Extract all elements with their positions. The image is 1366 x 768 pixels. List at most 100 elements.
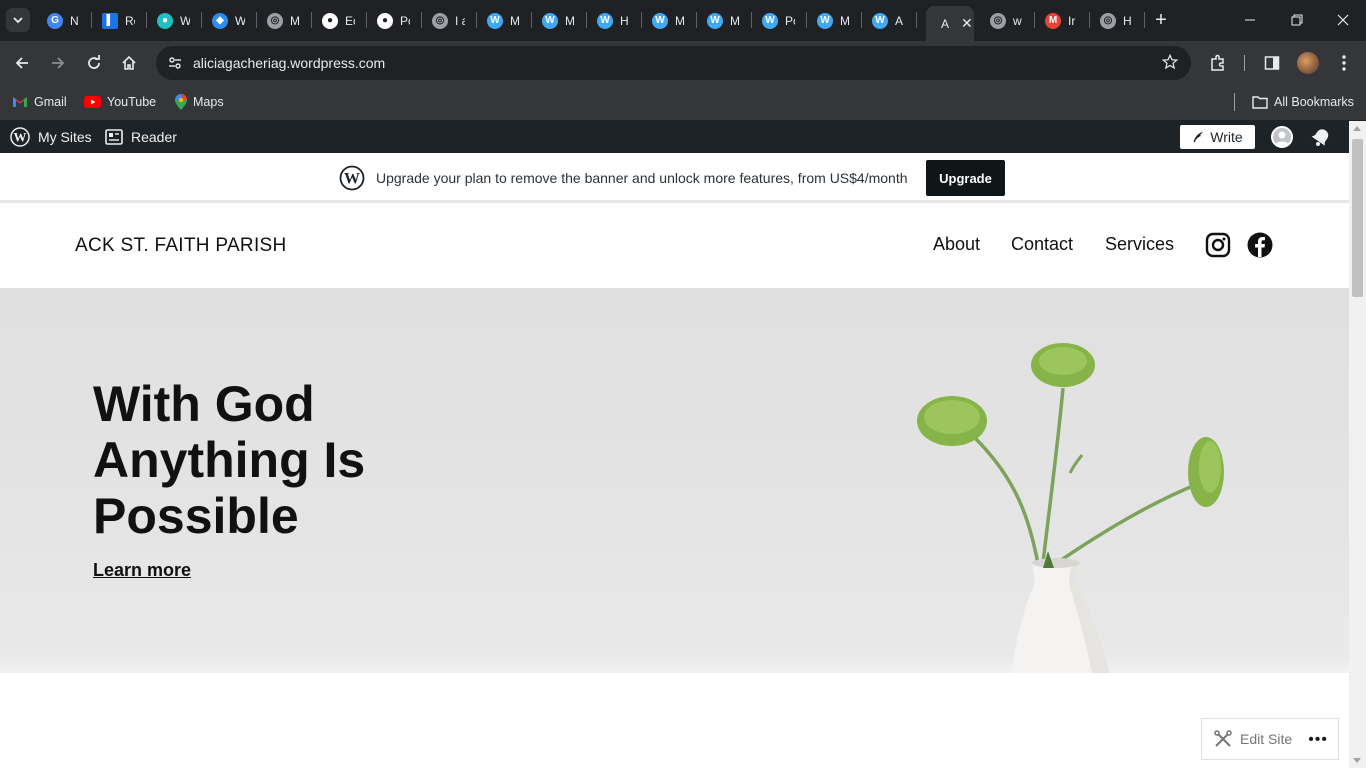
wordpress-logo-icon: W xyxy=(339,165,365,196)
home-button[interactable] xyxy=(115,49,143,77)
close-tab-icon[interactable]: ✕ xyxy=(961,15,973,32)
tab-title: I a xyxy=(455,13,465,28)
browser-tab[interactable]: GN xyxy=(47,6,80,35)
extensions-button[interactable] xyxy=(1204,49,1232,77)
wp-admin-bar: W My Sites Reader Write xyxy=(0,121,1349,153)
side-panel-button[interactable] xyxy=(1258,49,1286,77)
restore-icon xyxy=(1291,14,1303,26)
globe-icon: ◎ xyxy=(990,12,1006,29)
nav-about[interactable]: About xyxy=(933,234,980,255)
browser-menu-button[interactable] xyxy=(1330,49,1358,77)
reader-link[interactable]: Reader xyxy=(105,121,177,153)
browser-tab[interactable]: ◆ W xyxy=(212,6,245,35)
browser-tab[interactable]: WM xyxy=(487,6,520,35)
gmail-icon xyxy=(12,96,28,108)
browser-tab[interactable]: ◎ M xyxy=(267,6,300,35)
tab-title: M xyxy=(565,13,575,28)
arrow-right-icon xyxy=(52,57,65,69)
browser-tab[interactable]: WA xyxy=(872,6,905,35)
tab-separator xyxy=(861,12,862,28)
hero-section: With God Anything Is Possible Learn more xyxy=(0,288,1349,673)
bookmark-youtube[interactable]: YouTube xyxy=(84,92,156,112)
close-window-button[interactable] xyxy=(1331,8,1355,32)
restore-button[interactable] xyxy=(1285,8,1309,32)
forward-button[interactable] xyxy=(44,49,72,77)
browser-tab[interactable]: ▌ Re xyxy=(102,6,135,35)
all-bookmarks-button[interactable]: All Bookmarks xyxy=(1252,92,1354,112)
browser-tab[interactable]: ● Pc xyxy=(377,6,410,35)
bookmark-maps[interactable]: Maps xyxy=(175,92,224,112)
browser-tab[interactable]: M Ir xyxy=(1045,6,1078,35)
address-bar[interactable]: aliciagacheriag.wordpress.com xyxy=(156,46,1191,80)
svg-text:W: W xyxy=(344,171,360,188)
tab-strip: GN▌Re●W◆W◎M●Ec●Pc◎I aWMWMWHWMWMWPcWMWAA✕… xyxy=(0,0,1366,41)
tools-icon[interactable] xyxy=(1214,730,1232,748)
edit-site-toolbar: Edit Site ••• xyxy=(1201,718,1339,760)
scroll-up-arrow[interactable] xyxy=(1353,126,1361,131)
wordpress-icon: W xyxy=(597,12,613,29)
wordpress-icon: W xyxy=(762,12,778,29)
reload-button[interactable] xyxy=(80,49,108,77)
close-icon xyxy=(1337,14,1349,26)
tab-separator xyxy=(366,12,367,28)
profile-avatar[interactable] xyxy=(1297,52,1319,74)
instagram-icon[interactable] xyxy=(1205,232,1231,258)
tab-separator xyxy=(586,12,587,28)
home-icon xyxy=(122,55,136,70)
side-panel-icon xyxy=(1264,56,1280,70)
facebook-icon[interactable] xyxy=(1247,232,1273,258)
tab-active[interactable]: A ✕ xyxy=(926,6,974,41)
edit-site-button[interactable]: Edit Site xyxy=(1240,731,1292,747)
tab-separator xyxy=(696,12,697,28)
minimize-icon xyxy=(1245,19,1255,21)
browser-tab[interactable]: W Pc xyxy=(762,6,795,35)
browser-tab[interactable]: WH xyxy=(597,6,630,35)
learn-more-link[interactable]: Learn more xyxy=(93,560,191,581)
write-button[interactable]: Write xyxy=(1180,125,1255,149)
site-info-button[interactable] xyxy=(164,52,186,74)
upgrade-button[interactable]: Upgrade xyxy=(926,160,1005,196)
browser-tab[interactable]: ● W xyxy=(157,6,190,35)
tab-separator xyxy=(146,12,147,28)
browser-tab[interactable]: ◎ I a xyxy=(432,6,465,35)
browser-tab[interactable]: WM xyxy=(652,6,685,35)
circle-icon: ● xyxy=(157,12,173,29)
scroll-down-arrow[interactable] xyxy=(1353,758,1361,763)
site-title[interactable]: ACK ST. FAITH PARISH xyxy=(75,235,287,257)
nav-services[interactable]: Services xyxy=(1105,234,1174,255)
url-text[interactable]: aliciagacheriag.wordpress.com xyxy=(193,55,385,71)
tab-separator xyxy=(421,12,422,28)
tab-title: M xyxy=(510,13,520,28)
browser-tab[interactable]: ● Ec xyxy=(322,6,355,35)
doc-icon: ▌ xyxy=(102,12,118,29)
tab-separator xyxy=(1034,12,1035,28)
diamond-icon: ◆ xyxy=(212,12,228,29)
minimize-button[interactable] xyxy=(1238,8,1262,32)
gmail-icon: M xyxy=(1045,12,1061,29)
tab-search-button[interactable] xyxy=(6,8,30,32)
notifications-button[interactable] xyxy=(1310,126,1332,153)
browser-tab[interactable]: WM xyxy=(817,6,850,35)
arrow-left-icon xyxy=(15,57,28,69)
browser-tab[interactable]: ◎ H xyxy=(1100,6,1133,35)
bookmark-gmail[interactable]: Gmail xyxy=(12,92,67,112)
tab-title: Ir xyxy=(1068,13,1076,28)
tab-title: Pc xyxy=(785,13,795,28)
my-sites-link[interactable]: W My Sites xyxy=(10,121,92,153)
tab-title: N xyxy=(70,13,79,28)
wordpress-icon: W xyxy=(872,12,888,29)
bookmark-star-button[interactable] xyxy=(1161,53,1179,76)
back-button[interactable] xyxy=(8,49,36,77)
nav-contact[interactable]: Contact xyxy=(1011,234,1073,255)
tab-separator xyxy=(256,12,257,28)
scrollbar-thumb[interactable] xyxy=(1352,139,1363,297)
user-avatar[interactable] xyxy=(1271,126,1293,148)
browser-tab[interactable]: ◎ w xyxy=(990,6,1023,35)
page-scrollbar[interactable] xyxy=(1349,121,1366,768)
browser-tab[interactable]: WM xyxy=(707,6,740,35)
browser-tab[interactable]: WM xyxy=(542,6,575,35)
tab-separator xyxy=(1144,12,1145,28)
more-options-button[interactable]: ••• xyxy=(1308,731,1328,749)
new-tab-button[interactable]: + xyxy=(1150,9,1172,31)
tab-separator xyxy=(751,12,752,28)
